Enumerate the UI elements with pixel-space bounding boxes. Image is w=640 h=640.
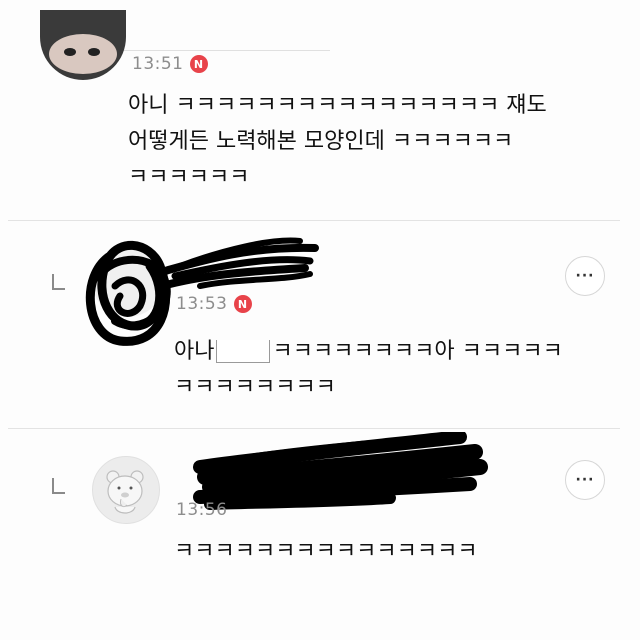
more-options-button[interactable]: ··· [565,256,605,296]
comment-line: ㅋㅋㅋㅋㅋㅋㅋㅋ [174,375,336,400]
avatar-redacted[interactable] [40,10,126,80]
comment-time: 13:53 [176,294,228,314]
more-dots-icon: ··· [575,268,595,284]
divider [8,428,620,429]
redaction-scribble [193,432,488,510]
comment-meta: 13:51 N [132,54,208,74]
reply-arrow-icon [52,478,65,494]
avatar[interactable] [92,456,160,524]
bear-character-icon [106,470,144,514]
avatar-redacted[interactable] [92,245,164,317]
comment-body: 아니 ㅋㅋㅋㅋㅋㅋㅋㅋㅋㅋㅋㅋㅋㅋㅋㅋ 쟤도 어떻게든 노력해본 모양인데 ㅋㅋ… [128,88,547,196]
comment-text-suffix: ㅋㅋㅋㅋㅋㅋㅋㅋ아 ㅋㅋㅋㅋㅋ [272,339,563,364]
divider [8,220,620,221]
comment-line: ㅋㅋㅋㅋㅋㅋ [128,165,250,190]
comment-line: 어떻게든 노력해본 모양인데 ㅋㅋㅋㅋㅋㅋ [128,129,514,154]
comment-line: 아니 ㅋㅋㅋㅋㅋㅋㅋㅋㅋㅋㅋㅋㅋㅋㅋㅋ 쟤도 [128,93,547,118]
new-badge: N [189,55,208,73]
more-dots-icon: ··· [575,472,595,488]
comment-meta: 13:53 N [176,294,252,314]
comment-body: 아나 ㅋㅋㅋㅋㅋㅋㅋㅋ아 ㅋㅋㅋㅋㅋ ㅋㅋㅋㅋㅋㅋㅋㅋ [174,334,563,406]
comment-thread: 13:51 N 아니 ㅋㅋㅋㅋㅋㅋㅋㅋㅋㅋㅋㅋㅋㅋㅋㅋ 쟤도 어떻게든 노력해본… [0,0,640,640]
comment-body: ㅋㅋㅋㅋㅋㅋㅋㅋㅋㅋㅋㅋㅋㅋㅋ [174,534,478,570]
comment-line: ㅋㅋㅋㅋㅋㅋㅋㅋㅋㅋㅋㅋㅋㅋㅋ [174,539,478,564]
more-options-button[interactable]: ··· [565,460,605,500]
comment-meta: 13:56 [176,500,228,520]
comment-time: 13:56 [176,500,228,520]
comment-text-prefix: 아나 [174,339,215,364]
new-badge: N [233,295,252,313]
redaction-box [216,340,271,363]
comment-time: 13:51 [132,54,184,74]
top-divider [120,50,330,51]
avatar-image [49,34,117,74]
comment-line: 아나 ㅋㅋㅋㅋㅋㅋㅋㅋ아 ㅋㅋㅋㅋㅋ [174,334,563,370]
reply-arrow-icon [52,274,65,290]
